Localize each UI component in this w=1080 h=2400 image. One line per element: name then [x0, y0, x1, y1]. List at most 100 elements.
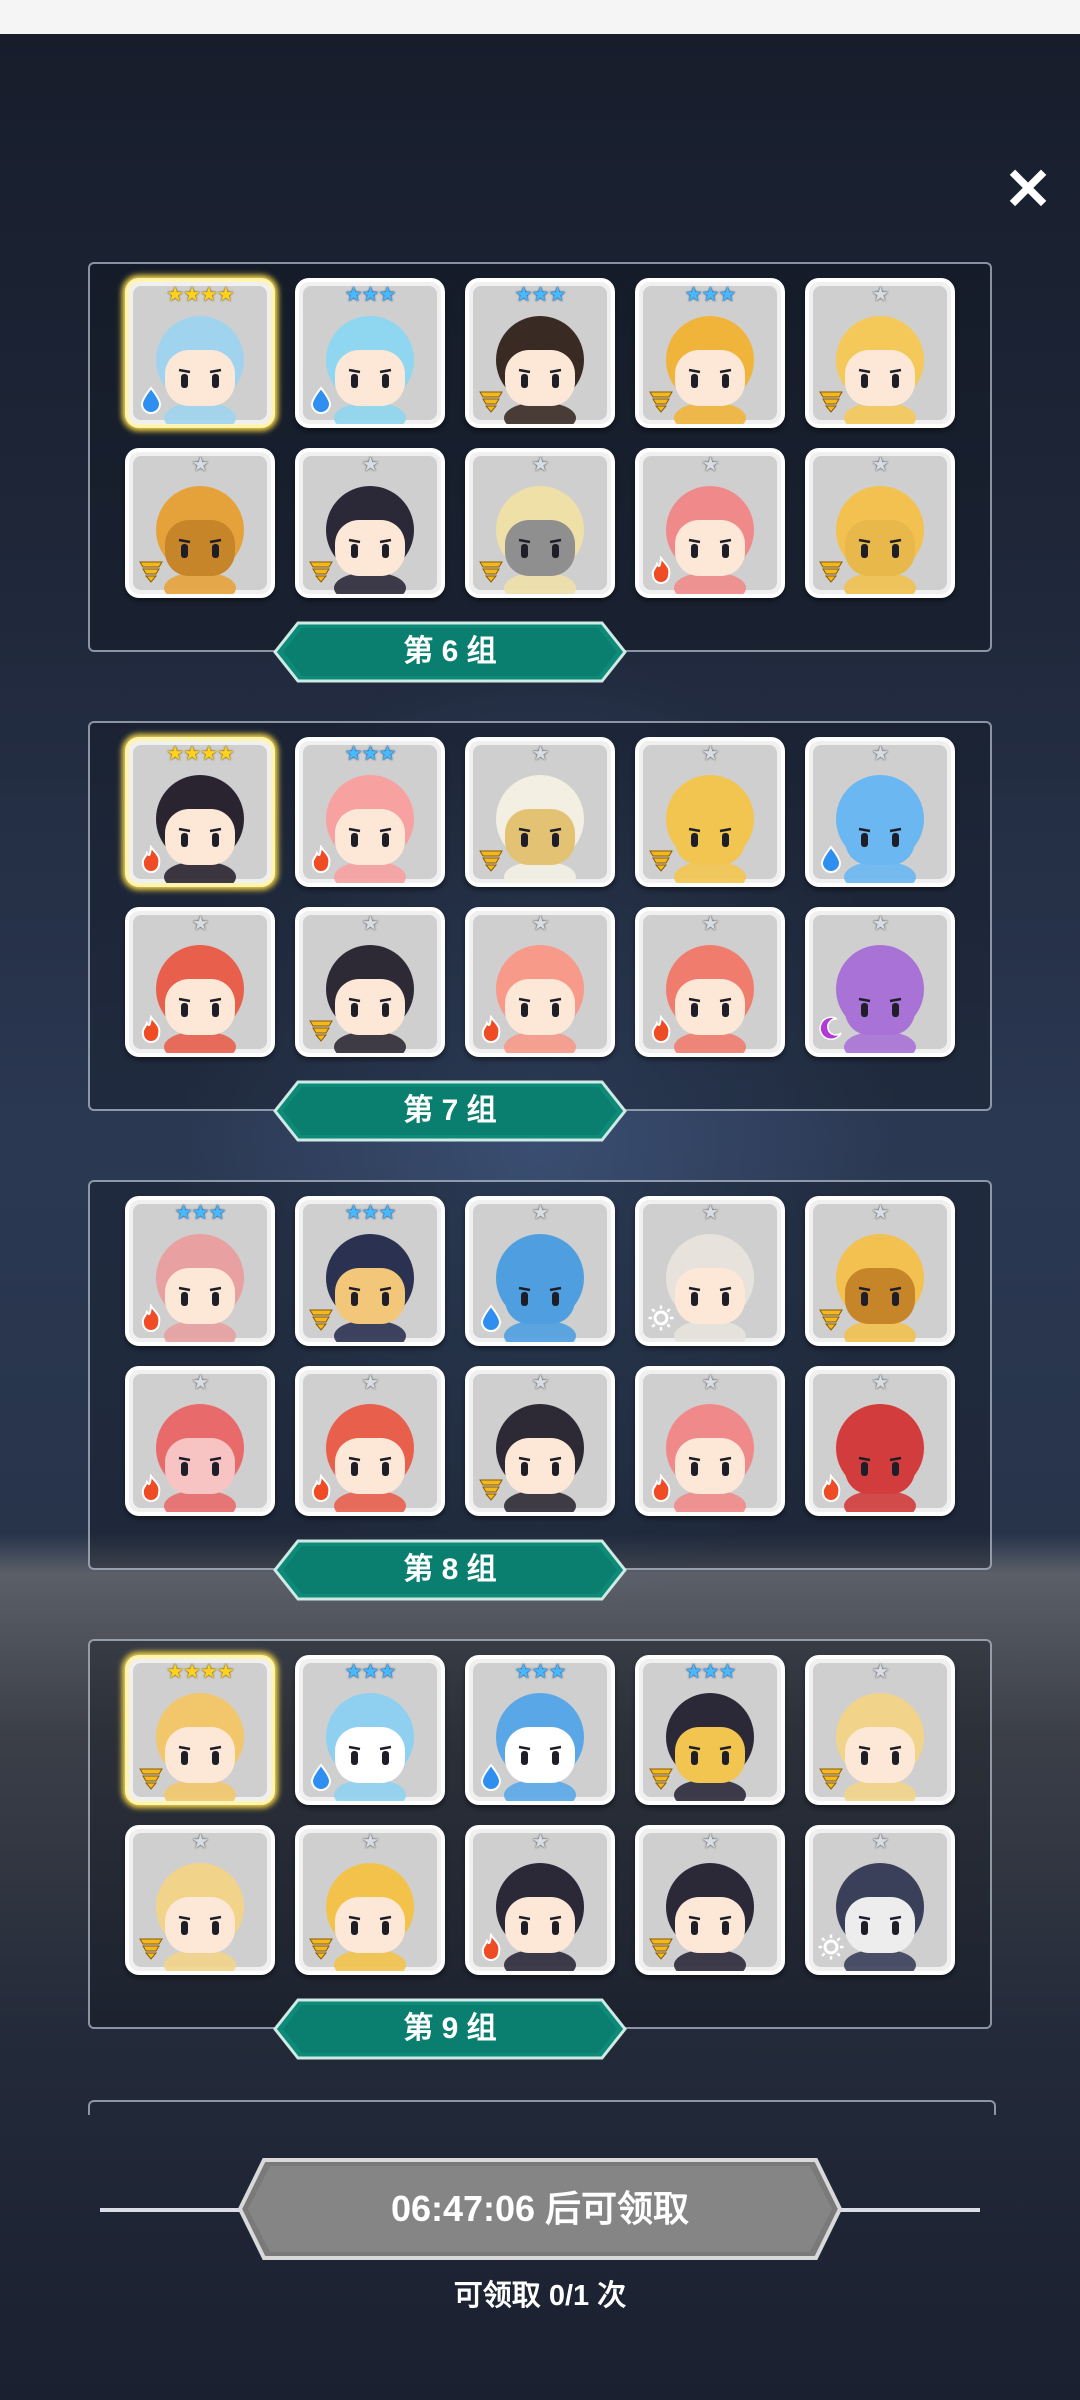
star-rating: ★: [191, 913, 210, 935]
element-water-icon: [820, 845, 842, 873]
star-rating: ★: [871, 1372, 890, 1394]
element-wind-icon: [139, 1768, 163, 1790]
element-wind-icon: [649, 1938, 673, 1960]
hero-card[interactable]: ★★★: [295, 1196, 445, 1346]
hero-card[interactable]: ★: [635, 448, 785, 598]
hero-card[interactable]: ★★★: [465, 278, 615, 428]
footer-divider-left: [100, 2208, 250, 2212]
hero-card[interactable]: ★: [635, 907, 785, 1057]
element-fire-icon: [141, 1015, 161, 1043]
hero-card[interactable]: ★: [635, 737, 785, 887]
element-wind-icon: [139, 561, 163, 583]
hero-card[interactable]: ★: [465, 737, 615, 887]
hero-card[interactable]: ★: [465, 448, 615, 598]
hero-group-panel: ★★★★ ★★★ ★ ★ ★ ★ ★ ★ ★ ★: [88, 721, 992, 1111]
element-wind-icon: [819, 1309, 843, 1331]
element-light-icon: [818, 1934, 844, 1960]
star-rating: ★: [701, 1831, 720, 1853]
close-icon[interactable]: ✕: [998, 160, 1058, 220]
hero-card[interactable]: ★: [465, 1196, 615, 1346]
hero-card[interactable]: ★★★★: [125, 278, 275, 428]
element-water-icon: [480, 1304, 502, 1332]
element-water-icon: [140, 386, 162, 414]
element-wind-icon: [309, 1309, 333, 1331]
star-rating: ★★★★: [166, 743, 235, 765]
star-rating: ★: [531, 913, 550, 935]
element-fire-icon: [141, 845, 161, 873]
group-label-text: 第 6 组: [403, 635, 497, 668]
hero-card[interactable]: ★★★: [125, 1196, 275, 1346]
hero-card[interactable]: ★: [465, 1366, 615, 1516]
hero-card[interactable]: ★★★: [635, 278, 785, 428]
hero-card[interactable]: ★: [805, 1196, 955, 1346]
hero-card[interactable]: ★: [125, 1366, 275, 1516]
hero-card[interactable]: ★: [805, 1825, 955, 1975]
group-list[interactable]: ★★★★ ★★★ ★★★ ★★★ ★ ★ ★ ★ ★ ★ 第 6 组 ★★★★ ★★★ ★ ★ ★ ★ ★ ★ ★ ★ 第…: [0, 250, 1080, 2115]
star-rating: ★: [191, 1372, 210, 1394]
hero-card[interactable]: ★★★: [635, 1655, 785, 1805]
next-group-panel-edge: [88, 2100, 996, 2115]
element-fire-icon: [481, 1015, 501, 1043]
element-wind-icon: [309, 561, 333, 583]
hero-card[interactable]: ★: [295, 448, 445, 598]
star-rating: ★: [531, 1372, 550, 1394]
hero-card[interactable]: ★★★★: [125, 1655, 275, 1805]
hero-card[interactable]: ★: [635, 1196, 785, 1346]
element-fire-icon: [141, 1474, 161, 1502]
element-wind-icon: [819, 1768, 843, 1790]
claim-button[interactable]: 06:47:06 后可领取: [236, 2156, 844, 2262]
hero-card[interactable]: ★: [295, 907, 445, 1057]
element-fire-icon: [141, 1304, 161, 1332]
hero-card[interactable]: ★★★: [295, 737, 445, 887]
star-rating: ★: [701, 1372, 720, 1394]
star-rating: ★: [871, 284, 890, 306]
star-rating: ★: [871, 454, 890, 476]
element-wind-icon: [649, 850, 673, 872]
hero-card[interactable]: ★: [805, 1366, 955, 1516]
hero-card[interactable]: ★: [805, 448, 955, 598]
hero-card[interactable]: ★: [465, 907, 615, 1057]
element-water-icon: [310, 1763, 332, 1791]
element-wind-icon: [649, 1768, 673, 1790]
element-fire-icon: [651, 1015, 671, 1043]
element-fire-icon: [651, 1474, 671, 1502]
hero-card[interactable]: ★: [295, 1825, 445, 1975]
element-fire-icon: [311, 845, 331, 873]
star-rating: ★: [871, 1831, 890, 1853]
hero-card[interactable]: ★★★: [465, 1655, 615, 1805]
hero-card[interactable]: ★: [805, 278, 955, 428]
hero-card[interactable]: ★: [125, 907, 275, 1057]
element-wind-icon: [309, 1020, 333, 1042]
star-rating: ★: [531, 454, 550, 476]
element-light-icon: [648, 1305, 674, 1331]
group-label: 第 7 组: [272, 1079, 628, 1143]
star-rating: ★: [871, 1202, 890, 1224]
hero-card[interactable]: ★: [635, 1366, 785, 1516]
hero-card[interactable]: ★: [805, 907, 955, 1057]
element-water-icon: [480, 1763, 502, 1791]
group-label: 第 6 组: [272, 620, 628, 684]
star-rating: ★: [531, 743, 550, 765]
hero-card[interactable]: ★: [125, 1825, 275, 1975]
hero-card[interactable]: ★★★★: [125, 737, 275, 887]
element-fire-icon: [311, 1474, 331, 1502]
hero-card[interactable]: ★: [635, 1825, 785, 1975]
star-rating: ★★★★: [166, 284, 235, 306]
star-rating: ★★★: [344, 284, 397, 306]
star-rating: ★: [361, 913, 380, 935]
hero-card[interactable]: ★: [805, 1655, 955, 1805]
element-wind-icon: [479, 391, 503, 413]
star-rating: ★: [191, 454, 210, 476]
star-rating: ★★★: [684, 1661, 737, 1683]
hero-card[interactable]: ★: [465, 1825, 615, 1975]
hero-card[interactable]: ★: [295, 1366, 445, 1516]
hero-card[interactable]: ★: [805, 737, 955, 887]
element-wind-icon: [819, 391, 843, 413]
hero-card[interactable]: ★: [125, 448, 275, 598]
group-label-text: 第 8 组: [403, 1553, 497, 1586]
element-wind-icon: [139, 1938, 163, 1960]
hero-card[interactable]: ★★★: [295, 1655, 445, 1805]
claim-timer-text: 06:47:06 后可领取: [390, 2188, 690, 2229]
star-rating: ★: [191, 1831, 210, 1853]
hero-card[interactable]: ★★★: [295, 278, 445, 428]
